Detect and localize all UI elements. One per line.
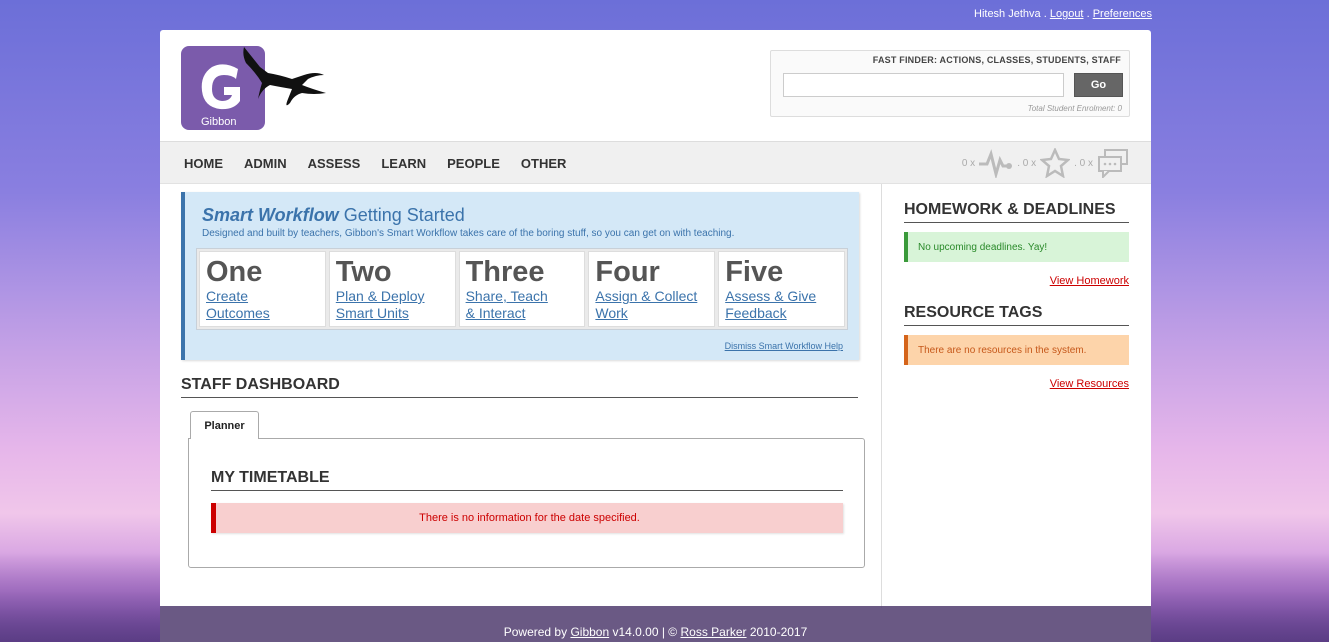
logo-text: Gibbon [201, 116, 236, 128]
fast-finder-input[interactable] [783, 73, 1064, 97]
homework-message: No upcoming deadlines. Yay! [904, 232, 1129, 262]
gibbon-logo[interactable]: Gibbon [180, 45, 330, 133]
nav-admin[interactable]: ADMIN [244, 156, 287, 171]
staff-dashboard-title: STAFF DASHBOARD [181, 376, 858, 398]
tab-planner[interactable]: Planner [190, 411, 259, 439]
gibbon-link[interactable]: Gibbon [570, 625, 609, 639]
dismiss-workflow-link[interactable]: Dismiss Smart Workflow Help [725, 341, 843, 351]
assign-collect-link[interactable]: Assign & Collect Work [595, 288, 708, 322]
page-wrapper: Gibbon FAST FINDER: ACTIONS, CLASSES, ST… [160, 30, 1151, 642]
star-icon[interactable] [1040, 148, 1071, 178]
workflow-step-four: Four Assign & Collect Work [588, 251, 716, 327]
share-teach-link[interactable]: Share, Teach & Interact [466, 288, 579, 322]
workflow-step-two: Two Plan & Deploy Smart Units [328, 251, 456, 327]
logout-link[interactable]: Logout [1050, 8, 1084, 20]
preferences-link[interactable]: Preferences [1093, 8, 1152, 20]
alarms-count: 0 x [961, 157, 976, 169]
likes-count: . 0 x [1017, 157, 1037, 169]
fast-finder-title: FAST FINDER: ACTIONS, CLASSES, STUDENTS,… [872, 55, 1121, 65]
assess-feedback-link[interactable]: Assess & Give Feedback [725, 288, 838, 322]
fast-finder: FAST FINDER: ACTIONS, CLASSES, STUDENTS,… [770, 50, 1130, 117]
total-enrolment: Total Student Enrolment: 0 [1027, 104, 1122, 113]
workflow-subtitle: Designed and built by teachers, Gibbon's… [202, 228, 735, 239]
resource-tags-title: RESOURCE TAGS [904, 304, 1129, 326]
main-nav: HOME ADMIN ASSESS LEARN PEOPLE OTHER 0 x… [160, 142, 1151, 184]
view-homework-link[interactable]: View Homework [1050, 275, 1129, 287]
workflow-title: Smart Workflow Getting Started [202, 205, 465, 225]
timetable-title: MY TIMETABLE [211, 469, 843, 491]
smart-workflow-panel: Smart Workflow Getting Started Designed … [181, 192, 859, 360]
nav-home[interactable]: HOME [184, 156, 223, 171]
user-name: Hitesh Jethva [974, 8, 1041, 20]
nav-learn[interactable]: LEARN [381, 156, 426, 171]
timetable-error: There is no information for the date spe… [211, 503, 843, 533]
notification-tray: 0 x . 0 x . 0 x [962, 148, 1129, 178]
nav-people[interactable]: PEOPLE [447, 156, 500, 171]
nav-assess[interactable]: ASSESS [308, 156, 361, 171]
resource-tags-message: There are no resources in the system. [904, 335, 1129, 365]
view-resources-link[interactable]: View Resources [1050, 378, 1129, 390]
author-link[interactable]: Ross Parker [681, 625, 747, 639]
workflow-step-one: One Create Outcomes [199, 251, 326, 327]
messages-count: . 0 x [1074, 157, 1093, 169]
workflow-step-five: Five Assess & Give Feedback [718, 251, 845, 327]
nav-other[interactable]: OTHER [521, 156, 567, 171]
header: Gibbon FAST FINDER: ACTIONS, CLASSES, ST… [160, 30, 1151, 142]
workflow-steps: One Create Outcomes Two Plan & Deploy Smar… [196, 248, 848, 330]
workflow-step-three: Three Share, Teach & Interact [458, 251, 586, 327]
homework-title: HOMEWORK & DEADLINES [904, 201, 1129, 223]
go-button[interactable]: Go [1074, 73, 1123, 97]
heartbeat-icon[interactable] [979, 148, 1013, 178]
planner-panel: MY TIMETABLE There is no information for… [188, 438, 865, 568]
sidebar: HOMEWORK & DEADLINES No upcoming deadlin… [881, 184, 1151, 608]
footer: Powered by Gibbon v14.0.00 | © Ross Park… [160, 606, 1151, 642]
user-links: Hitesh Jethva . Logout . Preferences [974, 8, 1152, 20]
messages-icon[interactable] [1097, 148, 1129, 178]
plan-deploy-link[interactable]: Plan & Deploy Smart Units [336, 288, 449, 322]
create-outcomes-link[interactable]: Create Outcomes [206, 288, 319, 322]
